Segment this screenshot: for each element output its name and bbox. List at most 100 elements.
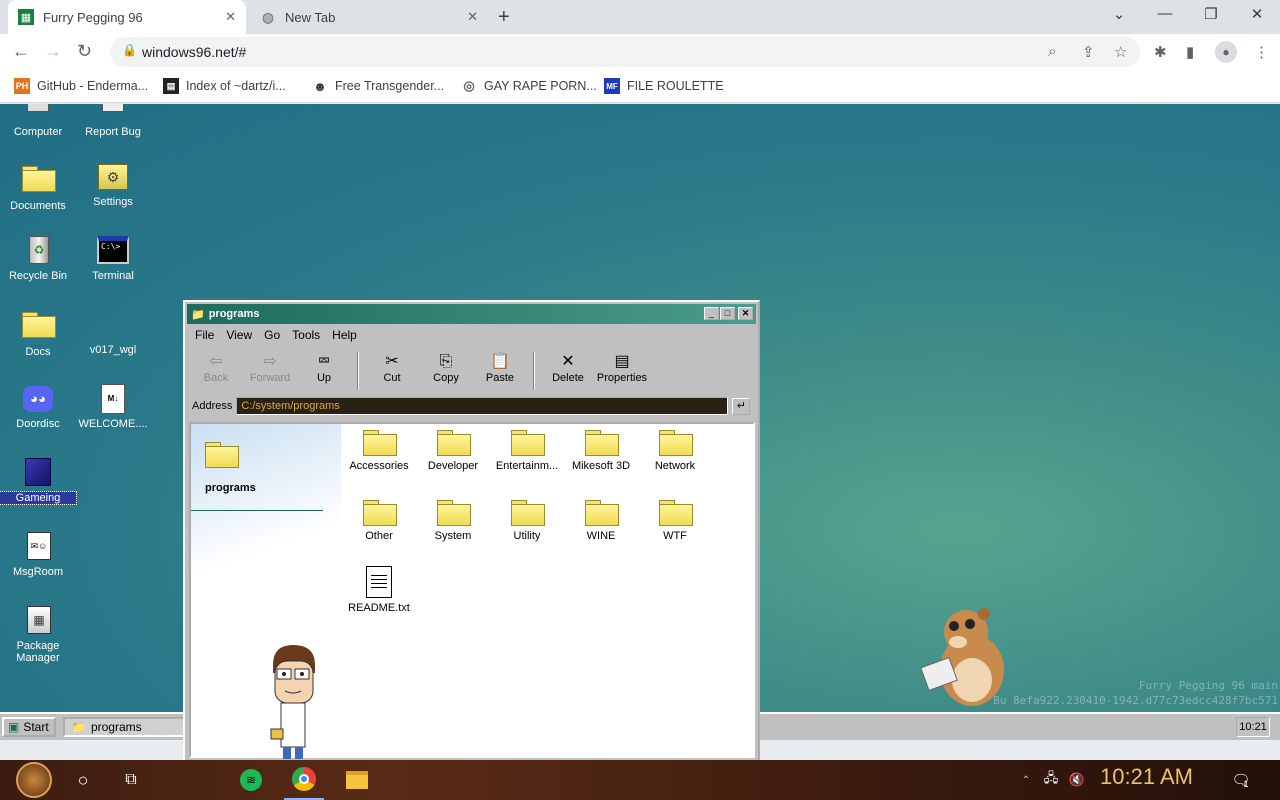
close-tab-icon[interactable]: ✕ <box>225 9 236 25</box>
back-button[interactable]: ← <box>12 41 30 62</box>
desktop-icon-package-manager[interactable]: ▦ Package Manager <box>0 606 76 664</box>
file-explorer-app-icon[interactable] <box>340 760 374 800</box>
start-button[interactable]: ▣ Start <box>2 717 56 737</box>
task-view-icon[interactable]: ⧉ <box>114 760 148 800</box>
lock-icon[interactable]: 🔒 <box>122 43 137 57</box>
file-item-readme[interactable]: README.txt <box>341 566 417 614</box>
desktop-icon-computer[interactable]: Computer <box>0 104 76 138</box>
folder-item-mikesoft-3d[interactable]: Mikesoft 3D <box>563 430 639 472</box>
menu-go[interactable]: Go <box>258 328 286 346</box>
menu-view[interactable]: View <box>220 328 258 346</box>
menu-help[interactable]: Help <box>326 328 363 346</box>
bookmark-file-roulette[interactable]: MF FILE ROULETTE <box>604 78 724 94</box>
msgroom-icon: ✉☺ <box>21 532 55 562</box>
desktop-icon-label: Doordisc <box>16 418 60 430</box>
tab-title: Furry Pegging 96 <box>43 9 143 25</box>
settings-icon: ⚙ <box>96 162 130 192</box>
folder-large-icon <box>205 442 239 468</box>
system-clock[interactable]: 10:21 AM <box>1100 764 1193 790</box>
desktop-icon-report-bug[interactable]: Report Bug <box>75 104 151 138</box>
bookmark-free-transgender[interactable]: ☻ Free Transgender... <box>312 78 444 94</box>
go-button[interactable]: ↵ <box>732 397 751 415</box>
taskbar-item-label: programs <box>90 720 142 734</box>
desktop-icon-terminal[interactable]: C:\> Terminal <box>75 236 151 282</box>
sidebar-folder-title: programs <box>205 482 256 494</box>
toolbar-label: Paste <box>485 372 515 384</box>
folder-item-system[interactable]: System <box>415 500 491 542</box>
bookmark-github[interactable]: PH GitHub - Enderma... <box>14 78 148 94</box>
item-label: Utility <box>513 530 541 542</box>
desktop-icon-msgroom[interactable]: ✉☺ MsgRoom <box>0 532 76 578</box>
restore-button[interactable]: ❐ <box>1196 5 1226 23</box>
more-menu-icon[interactable]: ⋮ <box>1254 43 1269 61</box>
window-titlebar[interactable]: 📁 programs <box>187 304 756 324</box>
menu-tools[interactable]: Tools <box>286 328 326 346</box>
search-icon[interactable]: ⌕ <box>1048 43 1056 60</box>
desktop-icon-welcome[interactable]: M↓ WELCOME.... <box>75 384 151 430</box>
new-tab-button[interactable]: + <box>498 6 510 29</box>
reload-button[interactable]: ↻ <box>77 41 92 62</box>
tray-chevron-icon[interactable]: ⌃ <box>1018 760 1034 800</box>
volume-muted-icon[interactable]: 🔇 <box>1066 760 1088 800</box>
forward-toolbar-button[interactable]: ⇨ Forward <box>243 348 297 394</box>
bookmark-globe[interactable]: ◎ GAY RAPE PORN... <box>461 78 596 94</box>
address-bar[interactable]: 🔒 windows96.net/# ⌕ ⇪ ☆ <box>110 37 1140 67</box>
desktop-icon-recycle-bin[interactable]: ♻ Recycle Bin <box>0 236 76 282</box>
cut-toolbar-button[interactable]: ✂ Cut <box>365 348 419 394</box>
tab-furry-pegging[interactable]: ▦ Furry Pegging 96 ✕ <box>8 0 246 34</box>
close-tab-icon[interactable]: ✕ <box>467 9 478 25</box>
folder-item-network[interactable]: Network <box>637 430 713 472</box>
start-orb-icon[interactable] <box>10 760 58 800</box>
profile-avatar-icon[interactable]: ● <box>1215 41 1237 63</box>
desktop-icon-docs[interactable]: Docs <box>0 310 76 358</box>
folder-item-utility[interactable]: Utility <box>489 500 565 542</box>
item-label: WTF <box>663 530 687 542</box>
cortana-circle-icon[interactable]: ○ <box>66 760 100 800</box>
menu-file[interactable]: File <box>189 328 220 346</box>
extensions-puzzle-icon[interactable]: ✱ <box>1154 43 1167 61</box>
toolbar-separator <box>533 352 535 390</box>
toolbar-label: Copy <box>433 372 459 384</box>
folder-item-other[interactable]: Other <box>341 500 417 542</box>
folder-item-wtf[interactable]: WTF <box>637 500 713 542</box>
folder-icon <box>363 430 397 456</box>
close-window-button[interactable]: ✕ <box>1242 5 1272 23</box>
win-minimize-button[interactable]: _ <box>704 307 719 320</box>
item-label: Accessories <box>349 460 409 472</box>
minimize-button[interactable]: — <box>1150 5 1180 22</box>
up-toolbar-button[interactable]: ⮹ Up <box>297 348 351 394</box>
start-logo-icon: ▣ <box>8 720 20 734</box>
address-input[interactable]: C:/system/programs <box>236 397 729 415</box>
side-panel-icon[interactable]: ▮ <box>1186 43 1194 61</box>
chrome-app-icon[interactable] <box>284 760 324 800</box>
desktop-icon-gameing[interactable]: Gameing <box>0 458 77 505</box>
item-label: Developer <box>427 460 479 472</box>
folder-item-entertainment[interactable]: Entertainm... <box>489 430 565 472</box>
back-toolbar-button[interactable]: ⇦ Back <box>189 348 243 394</box>
bookmark-index[interactable]: ▤ Index of ~dartz/i... <box>163 78 286 94</box>
properties-toolbar-button[interactable]: ▤ Properties <box>595 348 649 394</box>
paste-toolbar-button[interactable]: 📋 Paste <box>473 348 527 394</box>
toolbar-label: Up <box>316 372 332 384</box>
scissors-icon: ✂ <box>385 353 399 370</box>
folder-item-developer[interactable]: Developer <box>415 430 491 472</box>
spotify-app-icon[interactable]: ≋ <box>234 760 268 800</box>
win-close-button[interactable]: ✕ <box>738 307 753 320</box>
notification-center-icon[interactable]: 🗨 1 <box>1226 760 1254 800</box>
desktop-icon-doordisc[interactable]: ◕◕ Doordisc <box>0 384 76 430</box>
desktop-icon-v017-wgl[interactable]: v017_wgl <box>75 310 151 356</box>
tab-new-tab[interactable]: ◍ New Tab ✕ <box>250 0 488 34</box>
win-maximize-button[interactable]: □ <box>720 307 735 320</box>
share-icon[interactable]: ⇪ <box>1082 43 1095 61</box>
folder-item-accessories[interactable]: Accessories <box>341 430 417 472</box>
forward-button[interactable]: → <box>44 41 62 62</box>
tab-search-chevron-icon[interactable]: ⌄ <box>1104 5 1134 23</box>
folder-item-wine[interactable]: WINE <box>563 500 639 542</box>
bookmark-star-icon[interactable]: ☆ <box>1114 43 1127 61</box>
discord-icon: ◕◕ <box>21 384 55 414</box>
delete-toolbar-button[interactable]: ✕ Delete <box>541 348 595 394</box>
desktop-icon-settings[interactable]: ⚙ Settings <box>75 162 151 208</box>
desktop-icon-documents[interactable]: Documents <box>0 162 76 212</box>
network-icon[interactable]: 🖧 <box>1040 760 1062 800</box>
copy-toolbar-button[interactable]: ⎘ Copy <box>419 348 473 394</box>
